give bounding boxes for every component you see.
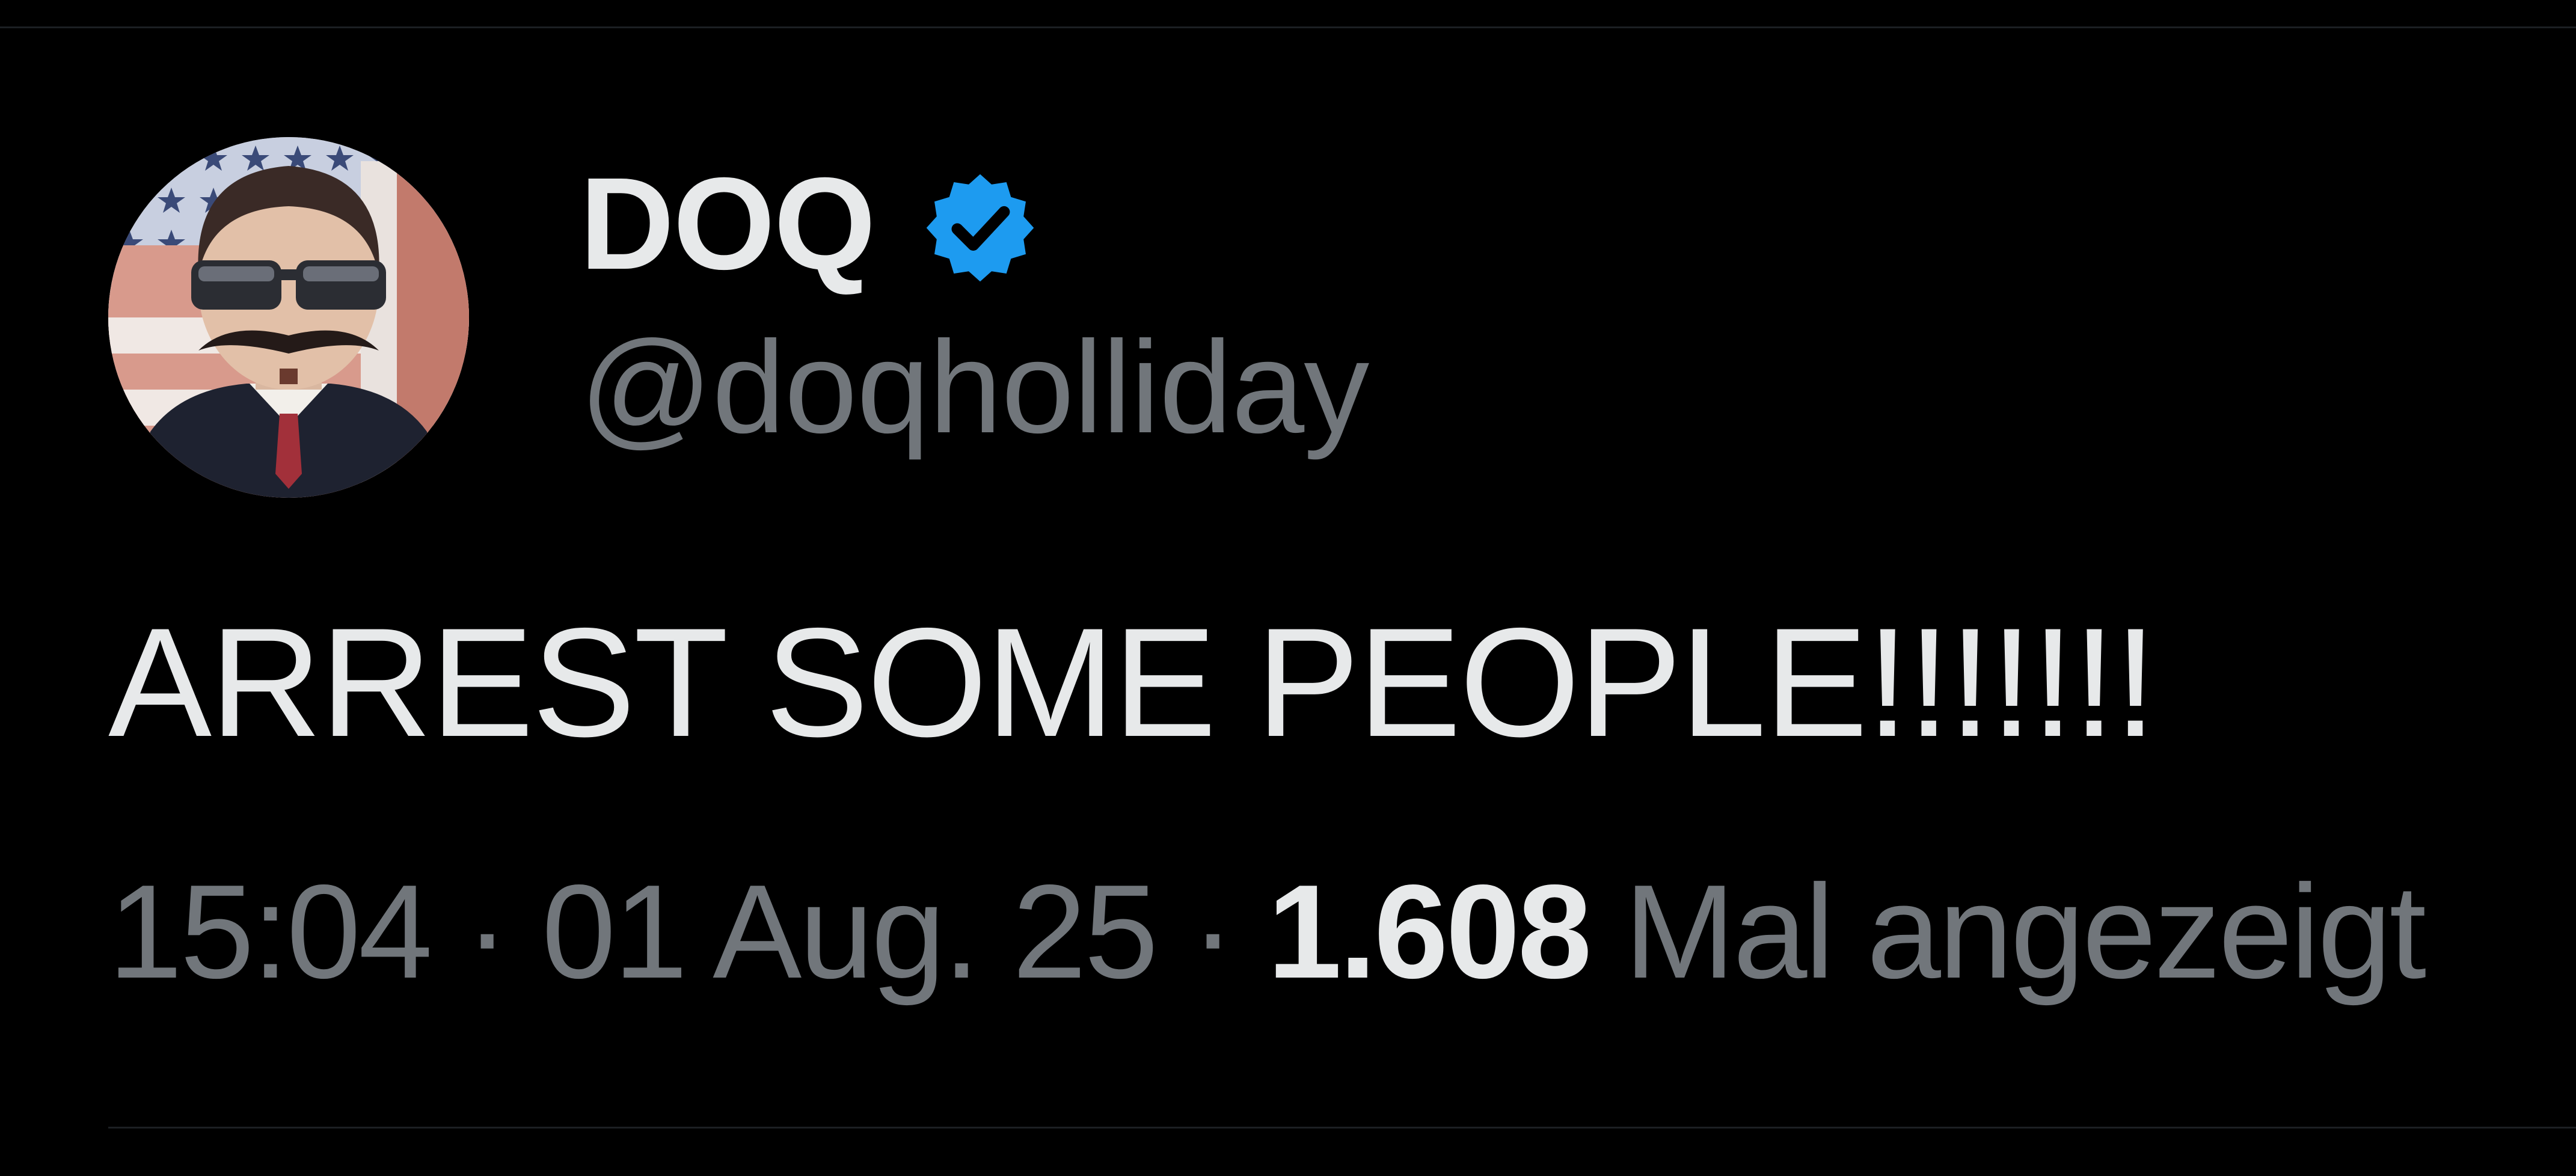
meta-separator: · [465,857,509,1006]
verified-badge-icon[interactable] [923,171,1037,285]
tweet-text: ARREST SOME PEOPLE!!!!!!! [108,595,2157,769]
views-count[interactable]: 1.608 [1268,857,1592,1006]
tweet-date[interactable]: 01 Aug. 25 [542,857,1159,1006]
display-name[interactable]: DOQ [580,149,876,299]
top-divider [0,26,2576,28]
tweet-metadata: 15:04 · 01 Aug. 25 · 1.608 Mal angezeigt [108,854,2426,1010]
bottom-divider [108,1127,2576,1129]
meta-separator: · [1191,857,1235,1006]
avatar[interactable] [108,137,469,498]
tweet-time[interactable]: 15:04 [108,857,433,1006]
user-handle[interactable]: @doqholliday [580,313,1369,463]
views-label[interactable]: Mal angezeigt [1624,857,2426,1006]
author-name-row: DOQ [580,149,1037,299]
